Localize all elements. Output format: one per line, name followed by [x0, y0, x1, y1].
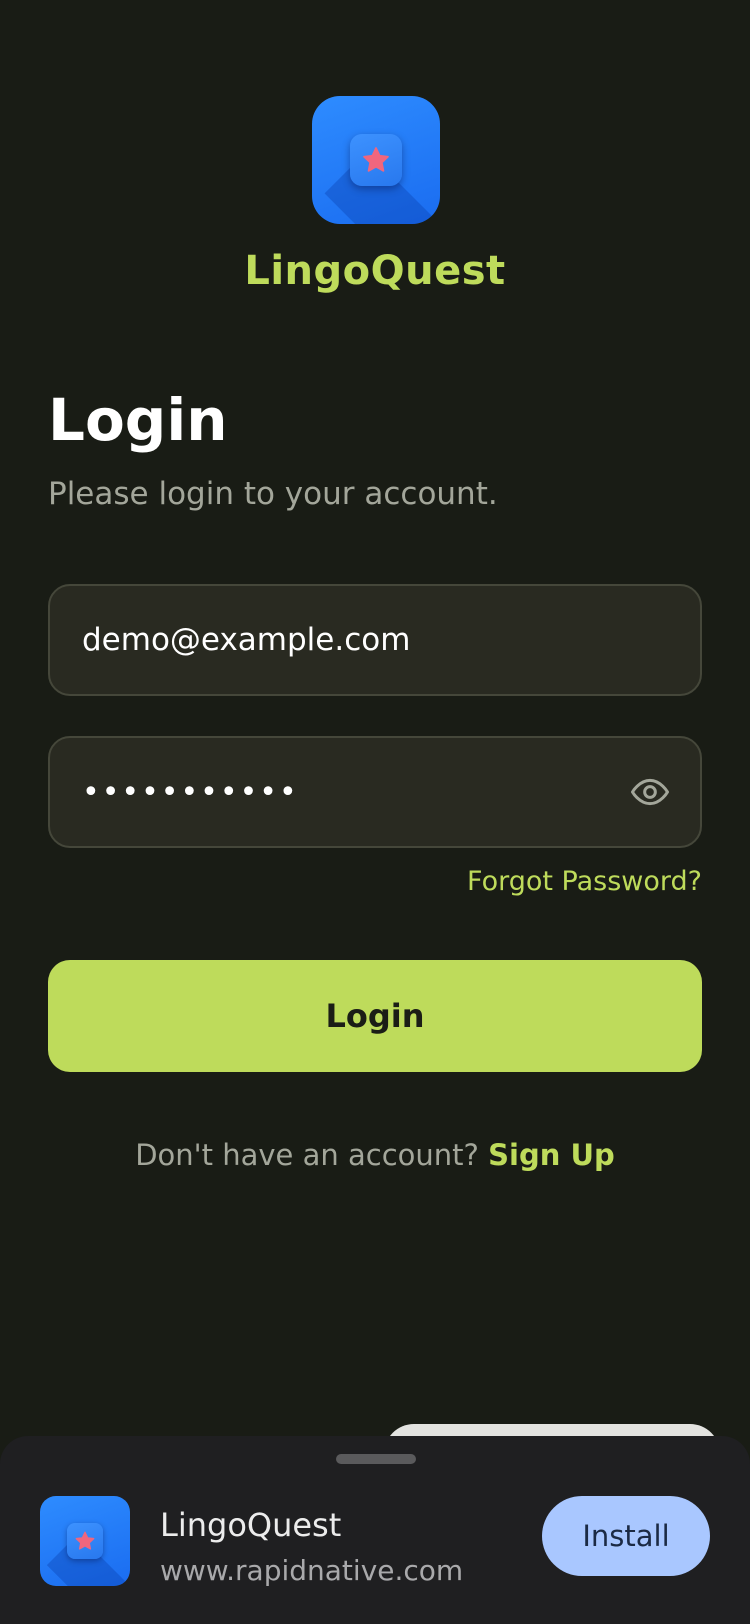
signup-link[interactable]: Sign Up	[488, 1138, 615, 1172]
signup-row: Don't have an account? Sign Up	[0, 1138, 750, 1172]
email-field[interactable]	[48, 584, 702, 696]
star-icon	[363, 147, 389, 172]
page-subtitle: Please login to your account.	[48, 476, 498, 512]
app-logo-icon	[312, 96, 440, 224]
brand-name: LingoQuest	[244, 248, 506, 294]
banner-app-url: www.rapidnative.com	[160, 1554, 464, 1587]
page-title: Login	[48, 386, 228, 454]
install-button[interactable]: Install	[542, 1496, 710, 1576]
signup-prompt: Don't have an account?	[135, 1138, 479, 1172]
password-input[interactable]	[82, 738, 602, 846]
star-icon	[75, 1531, 95, 1550]
banner-app-name: LingoQuest	[160, 1506, 342, 1544]
forgot-password-link[interactable]: Forgot Password?	[467, 866, 702, 897]
email-input[interactable]	[82, 586, 602, 694]
login-button[interactable]: Login	[48, 960, 702, 1072]
password-field[interactable]	[48, 736, 702, 848]
install-banner: LingoQuest www.rapidnative.com Install	[0, 1436, 750, 1624]
eye-icon[interactable]	[630, 772, 670, 812]
banner-app-icon	[40, 1496, 130, 1586]
sheet-drag-handle[interactable]	[336, 1454, 416, 1464]
